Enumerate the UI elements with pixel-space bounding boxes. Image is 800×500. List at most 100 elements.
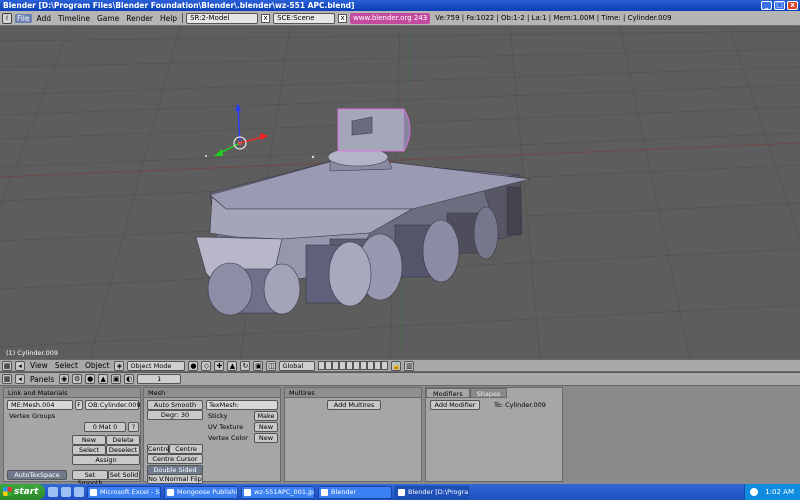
set-smooth-button[interactable]: Set Smooth xyxy=(72,470,108,487)
centre-cursor-button[interactable]: Centre Cursor xyxy=(147,454,203,464)
layer-buttons-row1 xyxy=(318,361,389,370)
sticky-make-button[interactable]: Make xyxy=(254,411,278,421)
material-new-button[interactable]: New xyxy=(72,435,106,445)
close-button[interactable]: x xyxy=(787,1,798,10)
set-solid-button[interactable]: Set Solid xyxy=(108,470,140,480)
material-help-button[interactable]: ? xyxy=(128,422,139,432)
layer-button[interactable] xyxy=(325,361,333,370)
centre-new-button[interactable]: Centre New xyxy=(169,444,203,461)
layer-button[interactable] xyxy=(332,361,340,370)
object-context-icon[interactable]: ▲ xyxy=(98,374,109,384)
start-button[interactable]: start xyxy=(0,484,45,500)
menu-file[interactable]: File xyxy=(14,13,32,23)
layer-button[interactable] xyxy=(360,361,368,370)
add-multires-button[interactable]: Add Multires xyxy=(327,400,381,410)
tray-icon[interactable] xyxy=(750,488,759,496)
uv-texture-new-button[interactable]: New xyxy=(254,422,278,432)
smooth-degree-field[interactable]: Degr: 30 xyxy=(147,410,203,420)
taskbar-item-label: wz-551APC_001.jpg ... xyxy=(254,487,315,496)
layer-button[interactable] xyxy=(367,361,375,370)
blender-website-link[interactable]: www.blender.org 243 xyxy=(350,12,431,24)
editor-type-icon[interactable]: ▦ xyxy=(2,360,12,371)
menu-help[interactable]: Help xyxy=(158,14,179,23)
apc-mesh[interactable] xyxy=(195,108,531,316)
vertex-groups-label: Vertex Groups xyxy=(9,412,56,420)
clock[interactable]: 1:02 AM xyxy=(765,488,794,496)
screen-selector[interactable]: SR:2-Model xyxy=(186,12,259,24)
centre-button[interactable]: Centre xyxy=(147,444,170,454)
frame-field[interactable]: 1 xyxy=(137,374,182,384)
layer-button[interactable] xyxy=(318,361,326,370)
vertex-color-new-button[interactable]: New xyxy=(254,433,278,443)
excel-icon xyxy=(90,488,97,496)
collapse-menus-icon[interactable]: ◂ xyxy=(15,360,25,371)
quicklaunch-desktop-icon[interactable] xyxy=(61,487,71,497)
shading-context-icon[interactable]: ● xyxy=(85,374,96,384)
menu-add[interactable]: Add xyxy=(35,14,54,23)
texmesh-field[interactable]: TexMesh: xyxy=(206,400,278,410)
layer-button[interactable] xyxy=(353,361,361,370)
tab-modifiers[interactable]: Modifiers xyxy=(426,388,470,398)
start-label: start xyxy=(14,487,39,497)
panels-menu[interactable]: Panels xyxy=(28,375,56,384)
scene-selector[interactable]: SCE:Scene xyxy=(273,12,336,24)
layer-button[interactable] xyxy=(346,361,354,370)
menu-timeline[interactable]: Timeline xyxy=(56,14,92,23)
taskbar-item-browser[interactable]: Mongoose Publishing ... xyxy=(164,485,238,499)
menu-object[interactable]: Object xyxy=(83,361,111,370)
buttons-editor-type-icon[interactable]: ▦ xyxy=(2,374,12,384)
autotexspace-toggle[interactable]: AutoTexSpace xyxy=(7,470,67,480)
layer-button[interactable] xyxy=(374,361,382,370)
script-context-icon[interactable]: ⚙ xyxy=(72,374,83,384)
minimize-button[interactable]: _ xyxy=(761,1,772,10)
blender-icon xyxy=(321,488,328,496)
material-select-button[interactable]: Select xyxy=(72,445,106,455)
material-deselect-button[interactable]: Deselect xyxy=(106,445,140,455)
scene-context-icon[interactable]: ◐ xyxy=(124,374,135,384)
rotate-icon[interactable]: ↻ xyxy=(240,360,251,371)
taskbar-item-blender-file[interactable]: Blender [D:\Program ... xyxy=(395,485,469,499)
auto-smooth-toggle[interactable]: Auto Smooth xyxy=(147,400,203,410)
menu-select[interactable]: Select xyxy=(53,361,80,370)
mesh-datablock-field[interactable]: ME:Mesh.004 xyxy=(7,400,73,410)
material-delete-button[interactable]: Delete xyxy=(106,435,140,445)
maximize-button[interactable]: □ xyxy=(774,1,785,10)
material-assign-button[interactable]: Assign xyxy=(72,455,140,465)
manipulator-toggle-icon[interactable]: ✚ xyxy=(214,360,225,371)
orientation-selector[interactable]: Global xyxy=(279,360,316,371)
material-index-field[interactable]: 0 Mat 0 xyxy=(84,422,126,432)
buttons-collapse-icon[interactable]: ◂ xyxy=(15,374,25,384)
mode-selector[interactable]: Object Mode xyxy=(127,360,186,371)
3d-viewport[interactable]: (1) Cylinder.009 xyxy=(0,27,800,359)
info-editor-icon[interactable]: i xyxy=(2,12,12,24)
taskbar-item-label: Blender [D:\Program ... xyxy=(408,487,469,496)
object-name-field[interactable]: OB:Cylinder.009 xyxy=(85,400,141,410)
buttons-area: Link and Materials ME:Mesh.004 F OB:Cyli… xyxy=(0,386,800,487)
shading-icon[interactable]: ● xyxy=(188,360,199,371)
add-modifier-button[interactable]: Add Modifier xyxy=(430,400,480,410)
quicklaunch-media-icon[interactable] xyxy=(74,487,84,497)
quicklaunch-ie-icon[interactable] xyxy=(48,487,58,497)
lock-icon[interactable]: 🔒 xyxy=(391,360,402,371)
view-align-icon[interactable]: ◫ xyxy=(266,360,277,371)
browser-icon xyxy=(167,488,174,496)
screen-delete-icon[interactable]: x xyxy=(261,13,271,23)
layer-button[interactable] xyxy=(339,361,347,370)
pivot-icon[interactable]: ◇ xyxy=(201,360,212,371)
fake-user-button[interactable]: F xyxy=(75,400,83,410)
editing-context-icon[interactable]: ▣ xyxy=(111,374,122,384)
taskbar-item-image[interactable]: wz-551APC_001.jpg ... xyxy=(241,485,315,499)
taskbar-item-excel[interactable]: Microsoft Excel - Sch... xyxy=(87,485,161,499)
taskbar-item-blender[interactable]: Blender xyxy=(318,485,392,499)
logic-context-icon[interactable]: ◉ xyxy=(59,374,70,384)
menu-view[interactable]: View xyxy=(28,361,50,370)
translate-icon[interactable]: ▲ xyxy=(227,360,238,371)
layer-button[interactable] xyxy=(381,361,389,370)
menu-game[interactable]: Game xyxy=(95,14,121,23)
scale-icon[interactable]: ▣ xyxy=(253,360,264,371)
no-vnormal-flip-toggle[interactable]: No V.Normal Flip xyxy=(147,474,203,484)
render-preview-icon[interactable]: ▥ xyxy=(404,360,415,371)
scene-delete-icon[interactable]: x xyxy=(338,13,348,23)
menu-render[interactable]: Render xyxy=(124,14,155,23)
tab-shapes[interactable]: Shapes xyxy=(469,388,508,398)
